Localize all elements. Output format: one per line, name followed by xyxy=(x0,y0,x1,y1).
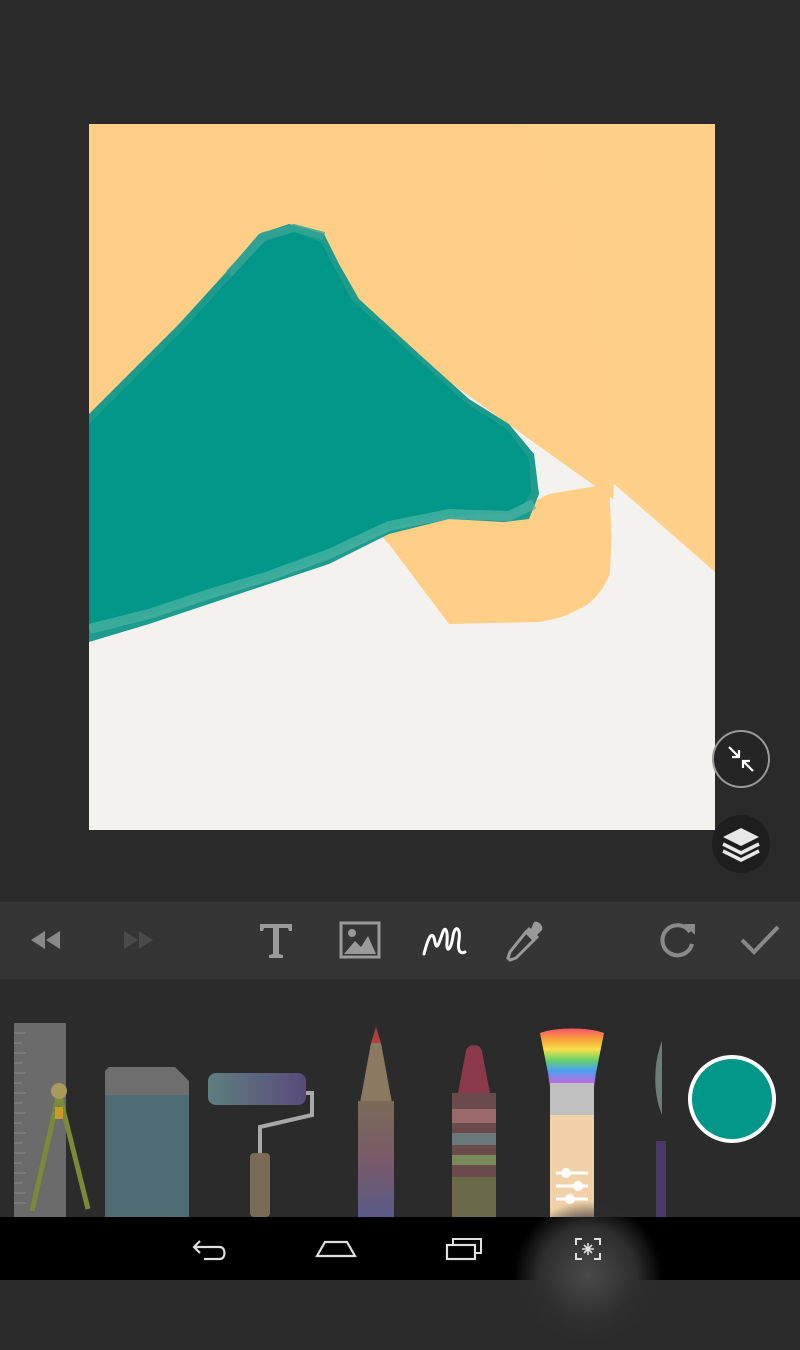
tools-tray xyxy=(0,979,800,1217)
back-button[interactable] xyxy=(170,1225,250,1273)
watercolor-brush-tool[interactable] xyxy=(650,1041,666,1217)
ruler-compass-tool[interactable] xyxy=(14,1023,94,1217)
rewind-icon xyxy=(31,931,60,949)
paintbrush-tool[interactable] xyxy=(536,1027,608,1217)
recent-apps-button[interactable] xyxy=(423,1225,503,1273)
image-tool-button[interactable] xyxy=(332,912,388,968)
recent-apps-icon xyxy=(445,1238,482,1261)
drawing-canvas[interactable] xyxy=(89,124,715,830)
canvas-artwork xyxy=(89,124,715,830)
checkmark-icon xyxy=(740,925,780,955)
home-button[interactable] xyxy=(296,1225,376,1273)
squiggle-icon xyxy=(422,927,467,956)
brush-tool-button[interactable] xyxy=(416,912,472,968)
pencil-tool[interactable] xyxy=(356,1027,396,1217)
screenshot-button[interactable] xyxy=(548,1225,628,1273)
paintbrush-icon xyxy=(540,1028,604,1217)
canvas-area xyxy=(0,0,800,902)
fast-forward-icon xyxy=(124,931,153,949)
ruler-compass-icon xyxy=(14,1023,91,1217)
eraser-icon xyxy=(105,1067,189,1217)
done-button[interactable] xyxy=(732,912,788,968)
paint-roller-icon xyxy=(208,1073,314,1217)
screenshot-icon xyxy=(575,1238,601,1260)
layers-button[interactable] xyxy=(712,815,770,873)
paint-roller-tool[interactable] xyxy=(208,1073,318,1217)
collapse-canvas-button[interactable] xyxy=(712,730,770,788)
drawing-toolbar xyxy=(0,902,800,979)
eraser-tool[interactable] xyxy=(105,1067,189,1217)
crayon-tool[interactable] xyxy=(450,1043,498,1217)
text-icon xyxy=(260,924,292,958)
image-icon xyxy=(339,921,381,959)
system-nav-bar xyxy=(0,1217,800,1280)
eyedropper-tool-button[interactable] xyxy=(498,912,554,968)
screenshot-button-glow xyxy=(513,1200,663,1350)
pencil-icon xyxy=(358,1027,394,1217)
rotate-button[interactable] xyxy=(650,912,706,968)
watercolor-brush-icon xyxy=(655,1041,666,1217)
color-picker-swatch[interactable] xyxy=(688,1055,776,1143)
collapse-arrows-icon xyxy=(728,746,754,772)
eyedropper-icon xyxy=(506,921,543,962)
rotate-icon xyxy=(660,923,695,958)
home-icon xyxy=(315,1240,357,1258)
back-icon xyxy=(192,1240,226,1261)
text-tool-button[interactable] xyxy=(248,912,304,968)
redo-button[interactable] xyxy=(110,912,166,968)
crayon-icon xyxy=(452,1045,496,1217)
undo-button[interactable] xyxy=(18,912,74,968)
layers-icon xyxy=(722,828,760,862)
